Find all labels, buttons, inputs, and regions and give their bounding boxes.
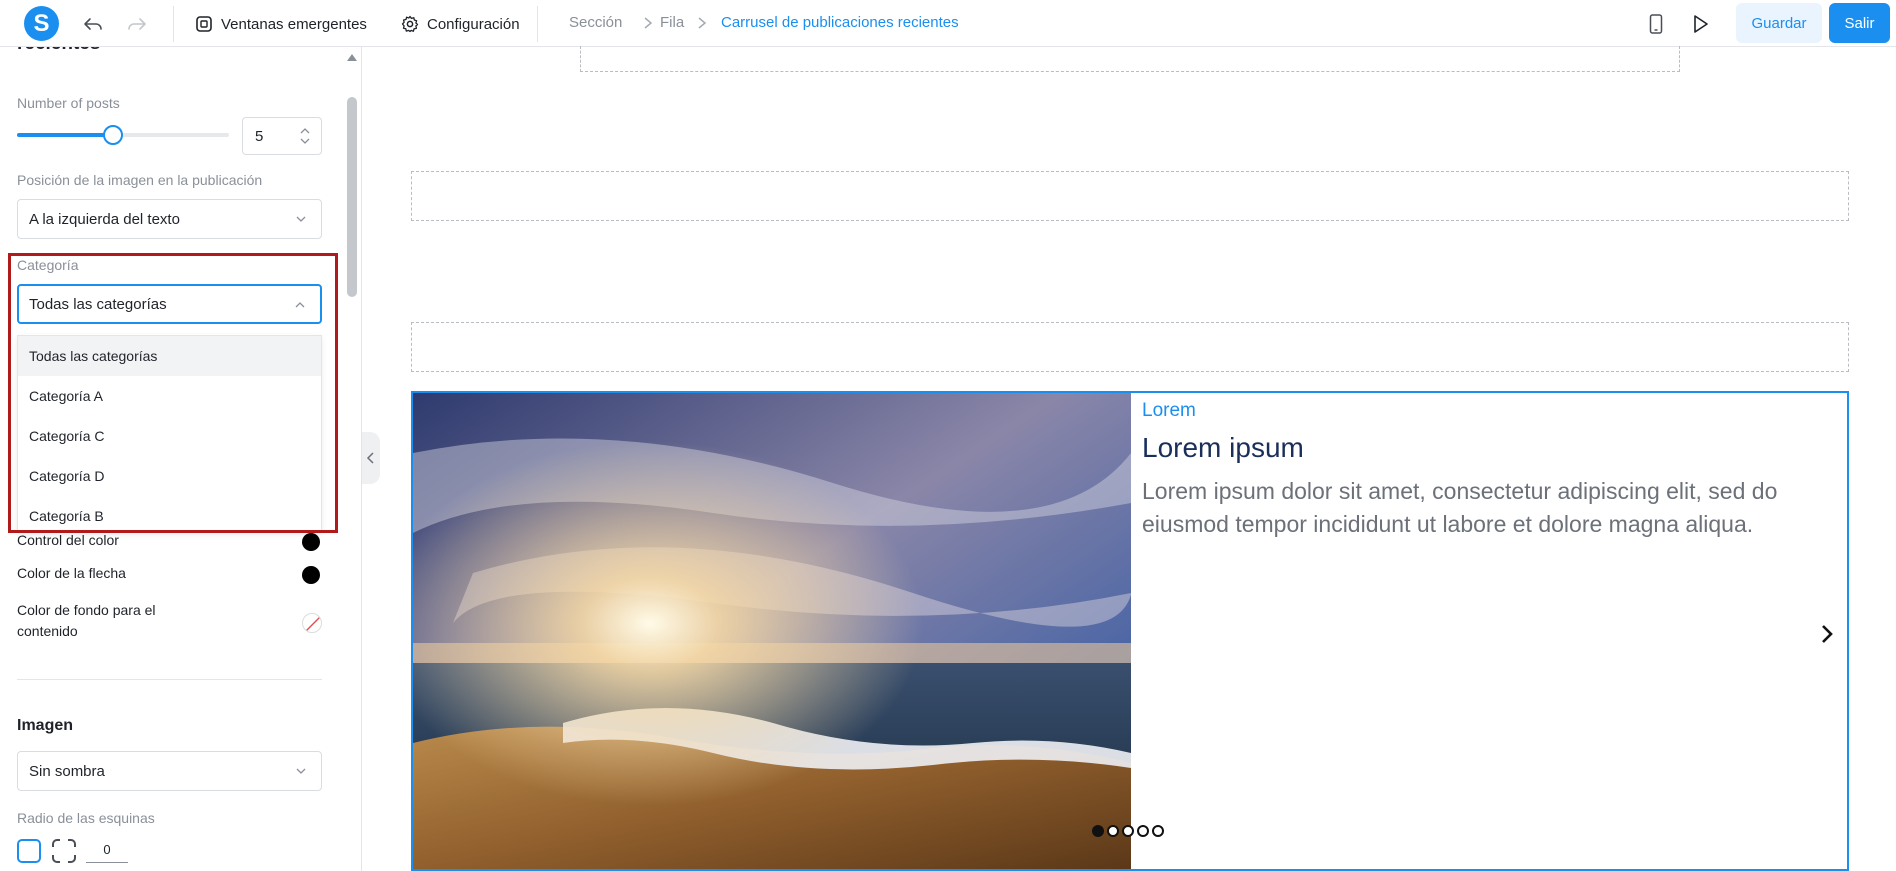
exit-button[interactable]: Salir <box>1829 3 1890 43</box>
arrow-color-swatch[interactable] <box>302 566 320 584</box>
redo-icon[interactable] <box>125 12 149 36</box>
no-color-icon <box>305 616 321 632</box>
posts-count-input[interactable]: 5 <box>242 117 322 155</box>
pagination-dot[interactable] <box>1122 825 1134 837</box>
panel-heading: recientes <box>17 47 100 55</box>
popups-button[interactable]: Ventanas emergentes <box>195 13 367 35</box>
scroll-up-icon[interactable] <box>346 52 358 62</box>
carousel-pagination <box>1092 825 1164 837</box>
post-title[interactable]: Lorem ipsum <box>1142 432 1304 464</box>
individual-radius-icon[interactable] <box>51 838 77 864</box>
breadcrumb-row[interactable]: Fila <box>660 14 684 31</box>
gear-icon <box>401 15 419 33</box>
posts-count-slider[interactable] <box>17 133 229 137</box>
popups-label: Ventanas emergentes <box>221 15 367 33</box>
uniform-radius-icon[interactable] <box>16 838 42 864</box>
mobile-preview-icon[interactable] <box>1644 12 1668 36</box>
content-bg-label: Color de fondo para el contenido <box>17 602 156 639</box>
scroll-thumb[interactable] <box>347 97 357 297</box>
image-position-label: Posición de la imagen en la publicación <box>17 172 263 188</box>
recent-posts-carousel[interactable]: Lorem Lorem ipsum Lorem ipsum dolor sit … <box>411 391 1849 871</box>
image-section-title: Imagen <box>17 717 74 734</box>
category-highlight-box <box>8 253 338 533</box>
image-position-select[interactable]: A la izquierda del texto <box>17 199 322 239</box>
save-button[interactable]: Guardar <box>1736 3 1822 43</box>
chevron-left-icon <box>366 452 374 464</box>
shadow-value: Sin sombra <box>29 763 105 780</box>
content-bg-swatch[interactable] <box>302 613 322 633</box>
breadcrumb-current[interactable]: Carrusel de publicaciones recientes <box>721 14 959 31</box>
chevron-right-icon <box>644 17 653 29</box>
corner-radius-label: Radio de las esquinas <box>17 810 155 826</box>
settings-button[interactable]: Configuración <box>401 13 520 35</box>
play-preview-icon[interactable] <box>1688 12 1712 36</box>
post-excerpt: Lorem ipsum dolor sit amet, consectetur … <box>1142 478 1778 537</box>
next-slide-arrow-icon[interactable] <box>1816 621 1838 647</box>
chevron-down-icon <box>296 768 306 774</box>
pagination-dot[interactable] <box>1137 825 1149 837</box>
chevron-right-icon <box>698 17 707 29</box>
pagination-dot[interactable] <box>1092 825 1104 837</box>
corner-radius-input[interactable]: 0 <box>86 839 128 863</box>
beach-sunset-image <box>413 393 1131 869</box>
section-divider <box>17 679 322 680</box>
top-toolbar: S Ventanas emergentes Configuración Secc… <box>0 0 1896 47</box>
slider-knob[interactable] <box>103 125 123 145</box>
undo-icon[interactable] <box>81 12 105 36</box>
shadow-select[interactable]: Sin sombra <box>17 751 322 791</box>
empty-module-placeholder[interactable] <box>580 46 1680 72</box>
slider-fill <box>17 133 112 137</box>
toolbar-divider <box>537 6 538 42</box>
popup-window-icon <box>196 16 212 32</box>
empty-module-placeholder[interactable] <box>411 171 1849 221</box>
stepper-arrows-icon[interactable] <box>299 124 311 148</box>
breadcrumb-section[interactable]: Sección <box>569 14 622 31</box>
app-logo[interactable]: S <box>24 6 59 41</box>
collapse-panel-button[interactable] <box>362 432 380 484</box>
arrow-color-label: Color de la flecha <box>17 565 126 581</box>
image-position-value: A la izquierda del texto <box>29 211 180 228</box>
posts-count-value: 5 <box>255 128 264 145</box>
empty-module-placeholder[interactable] <box>411 322 1849 372</box>
chevron-down-icon <box>296 216 306 222</box>
settings-panel: recientes Number of posts 5 Posición de … <box>0 47 362 871</box>
pagination-dot[interactable] <box>1152 825 1164 837</box>
posts-count-label: Number of posts <box>17 95 120 111</box>
post-category[interactable]: Lorem <box>1142 400 1196 422</box>
pagination-dot[interactable] <box>1107 825 1119 837</box>
toolbar-divider <box>173 6 174 42</box>
settings-label: Configuración <box>427 15 520 33</box>
